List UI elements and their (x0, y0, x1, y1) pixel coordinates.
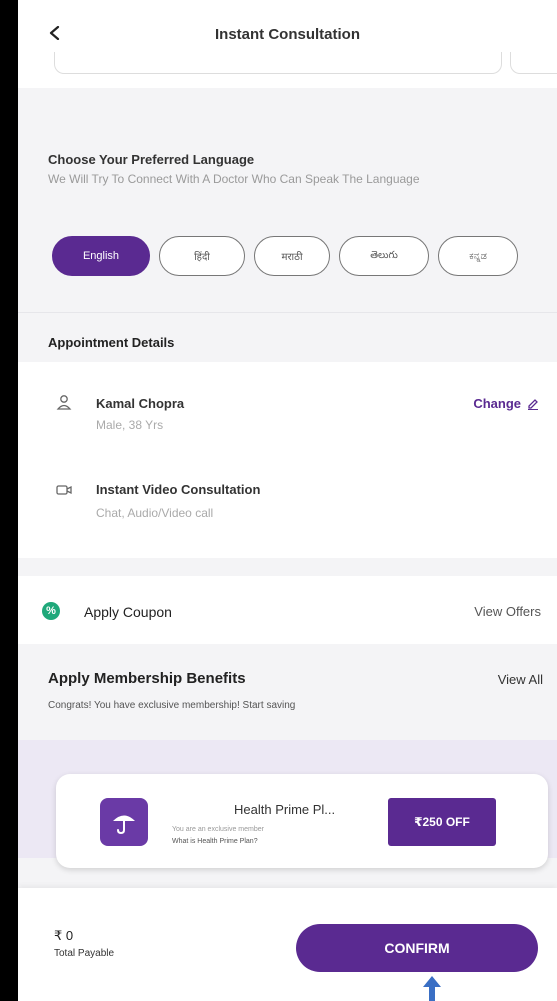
language-chip-kannada[interactable]: ಕನ್ನಡ (438, 236, 518, 276)
patient-meta: Male, 38 Yrs (96, 418, 164, 432)
partial-card (54, 52, 502, 74)
partial-previous-section (18, 52, 557, 88)
membership-subtitle: Congrats! You have exclusive membership!… (48, 700, 296, 711)
membership-title: Apply Membership Benefits (48, 670, 246, 687)
appointment-card: Kamal Chopra Male, 38 Yrs Change Instant… (18, 362, 557, 558)
partial-card-secondary (510, 52, 557, 74)
confirm-button[interactable]: CONFIRM (296, 924, 538, 972)
view-all-link[interactable]: View All (498, 672, 543, 687)
arrow-up-icon (423, 976, 441, 1001)
language-chip-marathi[interactable]: मराठी (254, 236, 330, 276)
membership-band: Health Prime Pl... You are an exclusive … (18, 740, 557, 868)
edit-icon (528, 398, 538, 410)
apply-coupon-label: Apply Coupon (84, 604, 172, 620)
language-subtitle: We Will Try To Connect With A Doctor Who… (48, 172, 420, 186)
language-chip-hindi[interactable]: हिंदी (159, 236, 245, 276)
bottom-bar: ₹ 0 Total Payable CONFIRM (18, 888, 557, 1001)
language-section: Choose Your Preferred Language We Will T… (18, 112, 557, 312)
app-screen: Instant Consultation Choose Your Preferr… (18, 0, 557, 1001)
language-chip-list: English हिंदी मराठी తెలుగు ಕನ್ನಡ (52, 236, 518, 276)
membership-header: Apply Membership Benefits View All Congr… (18, 644, 557, 740)
total-label: Total Payable (54, 948, 115, 959)
language-chip-telugu[interactable]: తెలుగు (339, 236, 429, 276)
page-title: Instant Consultation (215, 26, 360, 43)
video-camera-icon (56, 485, 72, 495)
plan-info-link[interactable]: What is Health Prime Plan? (172, 838, 258, 845)
coupon-percent-icon: % (42, 602, 60, 620)
apply-coupon-row[interactable]: % Apply Coupon View Offers (18, 576, 557, 644)
total-amount: ₹ 0 (54, 928, 74, 943)
change-label: Change (473, 396, 521, 411)
consultation-type: Instant Video Consultation (96, 482, 261, 497)
membership-card[interactable]: Health Prime Pl... You are an exclusive … (56, 774, 548, 868)
umbrella-icon (100, 798, 148, 846)
plan-status: You are an exclusive member (172, 826, 264, 833)
change-patient-button[interactable]: Change (473, 396, 539, 411)
language-chip-english[interactable]: English (52, 236, 150, 276)
plan-name: Health Prime Pl... (234, 802, 336, 817)
view-offers-link[interactable]: View Offers (474, 604, 541, 619)
patient-name: Kamal Chopra (96, 396, 185, 411)
appointment-heading-bar: Appointment Details (18, 312, 557, 362)
consultation-meta: Chat, Audio/Video call (96, 506, 214, 520)
discount-badge-button[interactable]: ₹250 OFF (388, 798, 496, 846)
appointment-heading: Appointment Details (48, 335, 175, 350)
user-icon (56, 395, 72, 410)
language-title: Choose Your Preferred Language (48, 152, 255, 167)
